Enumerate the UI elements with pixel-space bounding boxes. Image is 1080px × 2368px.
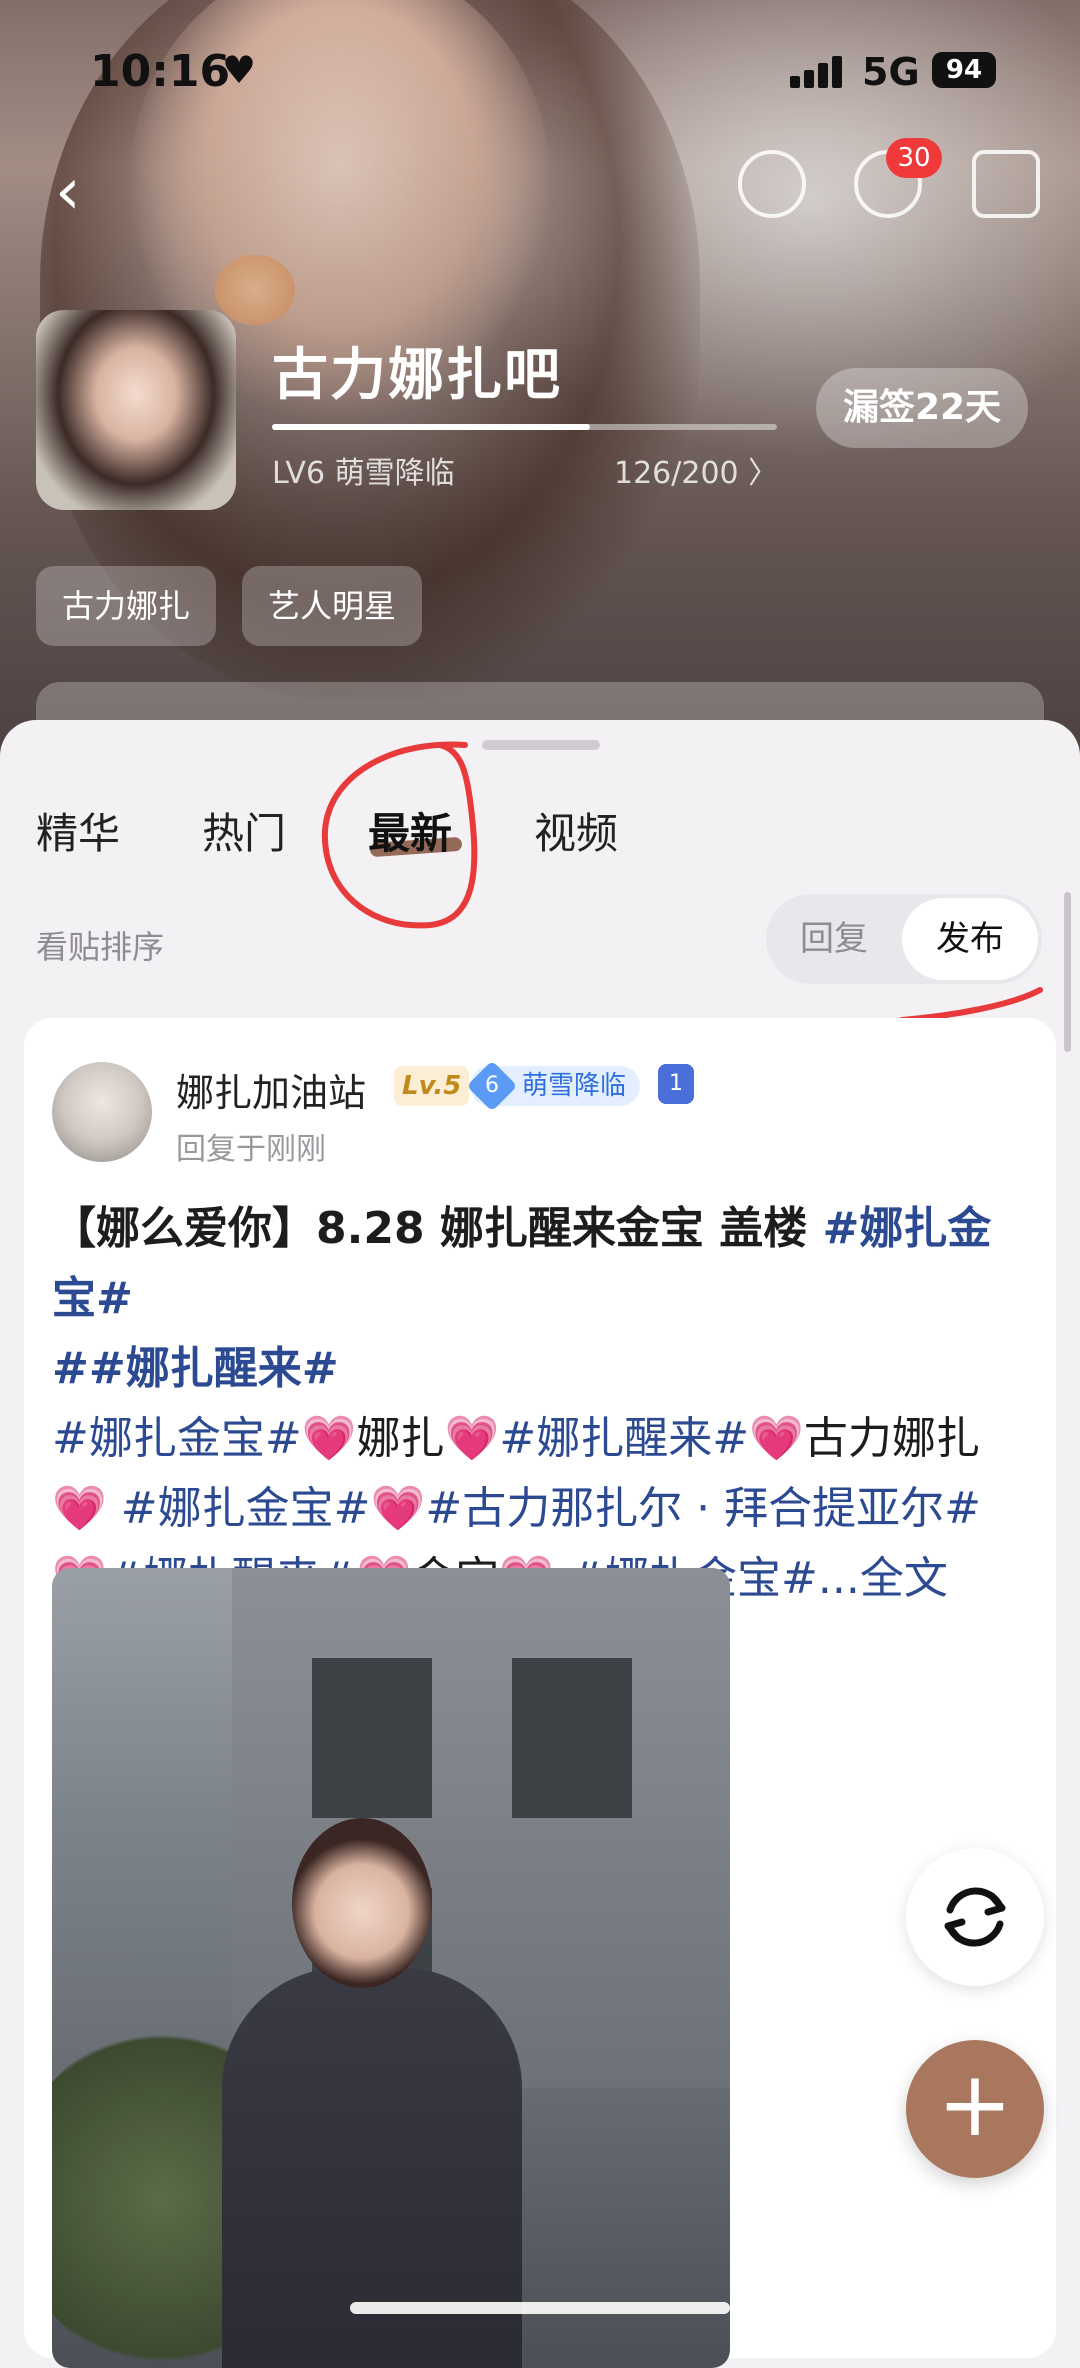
search-icon[interactable] <box>738 150 806 218</box>
tab-video[interactable]: 视频 <box>534 800 618 861</box>
sign-in-button[interactable]: 漏签22天 <box>816 368 1028 448</box>
sort-label: 看贴排序 <box>36 928 165 966</box>
new-post-button[interactable]: + <box>906 2040 1044 2178</box>
scrollbar[interactable] <box>1064 892 1071 1052</box>
heart-emoji-icon: 💗 <box>370 1483 426 1534</box>
heart-emoji-icon: 💗 <box>52 1483 107 1534</box>
sort-option-publish[interactable]: 发布 <box>902 898 1038 980</box>
refresh-button[interactable] <box>906 1848 1044 1986</box>
sheet-drag-handle[interactable] <box>482 740 600 750</box>
post-title: 【娜么爱你】8.28 娜扎醒来金宝 盖楼 <box>52 1203 823 1254</box>
medal-badge: 1 <box>658 1064 694 1104</box>
level-progress-bar <box>272 424 777 430</box>
network-type: 5G <box>862 50 920 94</box>
post-text: 古力娜扎 <box>803 1413 980 1464</box>
back-button[interactable]: ‹ <box>55 160 81 224</box>
tab-hot[interactable]: 热门 <box>202 800 286 861</box>
honor-level: 6 <box>485 1073 499 1098</box>
post-text: 娜扎 <box>356 1413 445 1464</box>
notification-badge: 30 <box>886 138 942 178</box>
expand-full-text-link[interactable]: ...全文 <box>818 1553 948 1604</box>
sort-option-reply[interactable]: 回复 <box>766 894 902 984</box>
tab-latest[interactable]: 最新 <box>368 800 452 861</box>
honor-badge: 6 萌雪降临 <box>466 1060 641 1112</box>
user-level-badge: Lv.5 <box>394 1066 470 1106</box>
post-content[interactable]: 【娜么爱你】8.28 娜扎醒来金宝 盖楼 #娜扎金宝# ##娜扎醒来# #娜扎金… <box>52 1194 1032 1614</box>
topic-tag[interactable]: #娜扎醒来# <box>499 1413 749 1464</box>
home-indicator[interactable] <box>350 2302 730 2314</box>
battery-indicator: 94 <box>932 52 996 88</box>
heart-emoji-icon: 💗 <box>444 1413 500 1464</box>
status-time: 10:16 <box>90 46 231 97</box>
forum-avatar[interactable] <box>36 310 236 510</box>
edit-icon[interactable] <box>972 150 1040 218</box>
refresh-icon <box>944 1887 1006 1947</box>
topic-tag[interactable]: #古力那扎尔 · 拜合提亚尔# <box>425 1483 981 1534</box>
topic-tag[interactable]: ##娜扎醒来# <box>52 1343 339 1394</box>
author-avatar[interactable] <box>52 1062 152 1162</box>
tab-featured[interactable]: 精华 <box>36 800 120 861</box>
post-time: 回复于刚刚 <box>176 1132 326 1167</box>
signal-icon <box>790 54 850 88</box>
forum-tag-chip[interactable]: 古力娜扎 <box>36 566 217 646</box>
author-name[interactable]: 娜扎加油站 <box>176 1062 366 1117</box>
status-bar: 10:16 ♥ 5G 94 <box>0 40 1080 110</box>
forum-exp[interactable]: 126/200 〉 <box>614 448 778 492</box>
honor-title: 萌雪降临 <box>522 1071 627 1101</box>
forum-title: 古力娜扎吧 <box>272 343 562 408</box>
sort-toggle: 回复 发布 <box>766 894 1042 984</box>
forum-level: LV6 萌雪降临 <box>272 456 455 491</box>
heart-emoji-icon: 💗 <box>749 1413 804 1464</box>
heart-emoji-icon: 💗 <box>301 1413 357 1464</box>
topic-tag[interactable]: #娜扎金宝# <box>107 1483 371 1534</box>
topic-tag[interactable]: #娜扎金宝# <box>52 1413 302 1464</box>
heart-icon: ♥ <box>222 48 257 92</box>
forum-tag-chip[interactable]: 艺人明星 <box>242 566 423 646</box>
plus-icon: + <box>937 2052 1013 2157</box>
post-image[interactable] <box>52 1568 730 2368</box>
